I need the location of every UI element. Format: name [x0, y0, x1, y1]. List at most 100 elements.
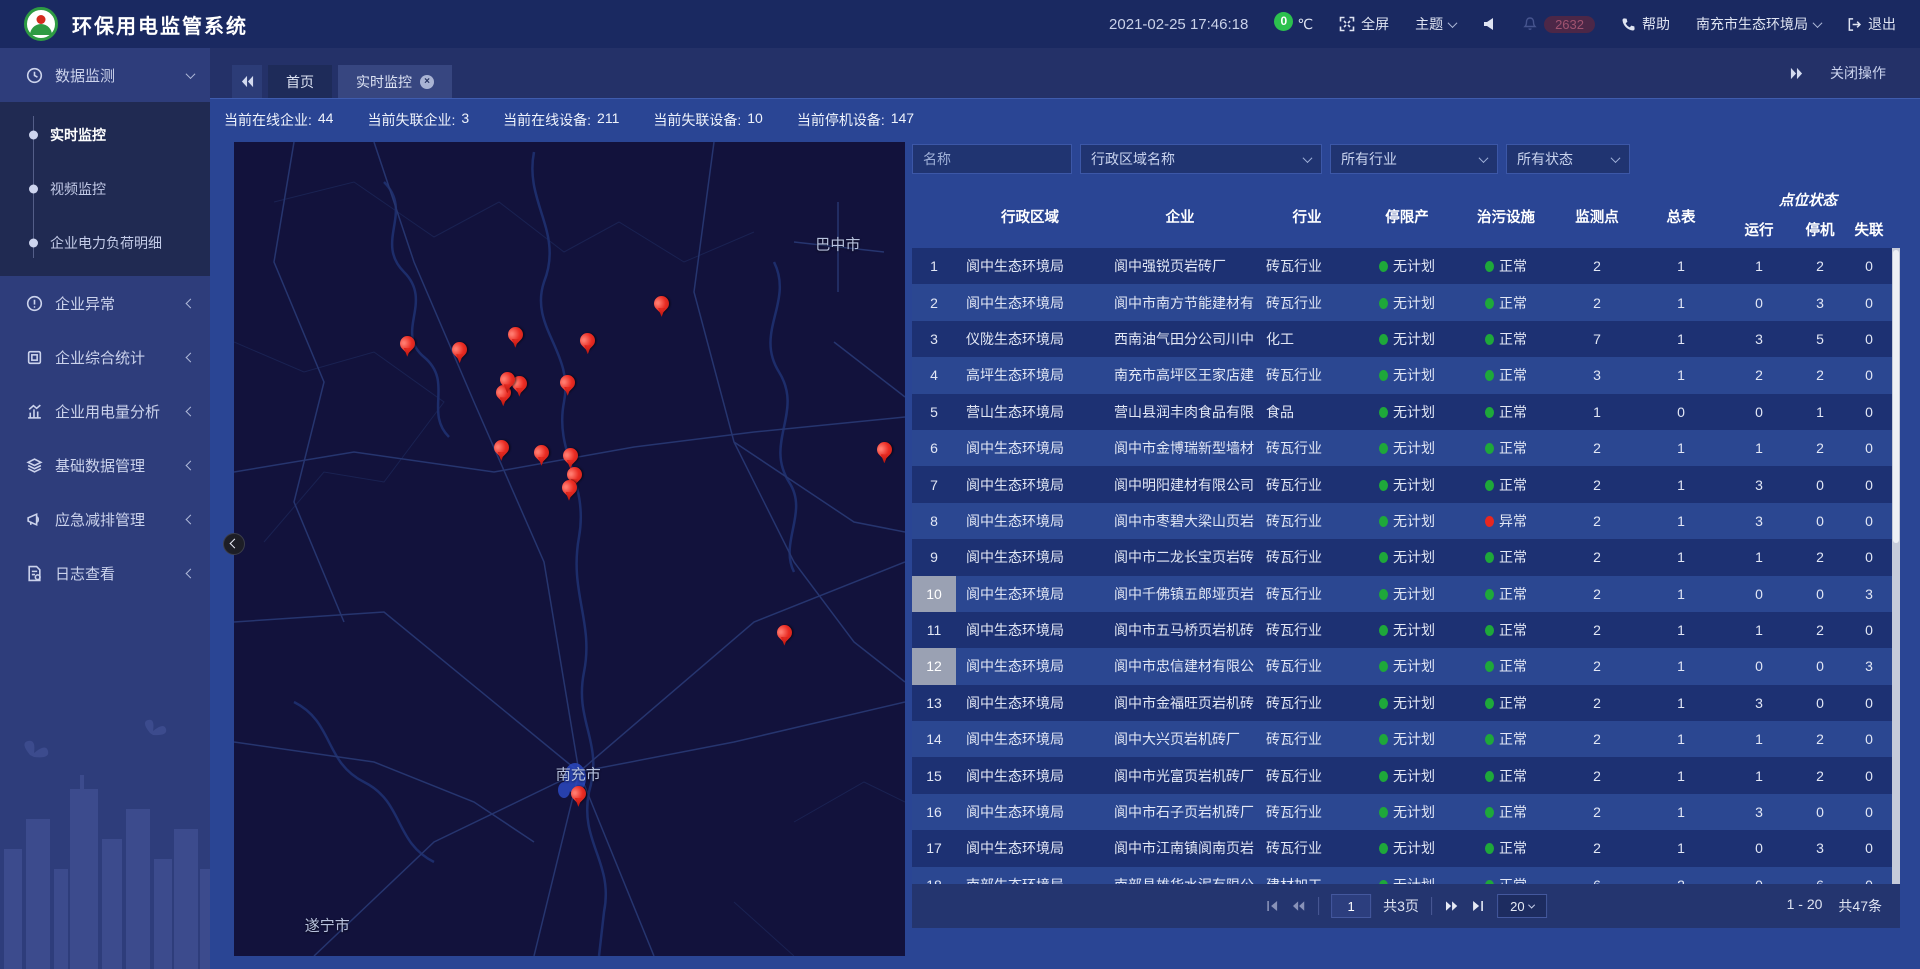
map-pin-icon[interactable]	[777, 625, 793, 647]
cell-company[interactable]: 阆中强锐页岩砖厂	[1104, 248, 1256, 284]
table-scrollbar[interactable]	[1892, 248, 1900, 884]
col-lost[interactable]: 失联	[1846, 210, 1892, 248]
sidebar-item-power-analysis[interactable]: 企业用电量分析	[0, 384, 210, 438]
table-row[interactable]: 1 阆中生态环境局 阆中强锐页岩砖厂 砖瓦行业 无计划 正常 2 1 1 2 0	[912, 248, 1892, 284]
name-search-input[interactable]	[912, 144, 1072, 174]
cell-company[interactable]: 阆中大兴页岩机砖厂	[1104, 721, 1256, 757]
cell-company[interactable]: 阆中市五马桥页岩机砖	[1104, 612, 1256, 648]
table-row[interactable]: 12 阆中生态环境局 阆中市忠信建材有限公 砖瓦行业 无计划 正常 2 1 0 …	[912, 648, 1892, 684]
cell-company[interactable]: 南部县雄华水泥有限公	[1104, 867, 1256, 884]
org-menu[interactable]: 南充市生态环境局	[1696, 14, 1821, 34]
col-points[interactable]: 监测点	[1556, 184, 1638, 248]
sidebar-item-data-monitor[interactable]: 数据监测	[0, 48, 210, 102]
cell-company[interactable]: 阆中市石子页岩机砖厂	[1104, 794, 1256, 830]
table-row[interactable]: 4 高坪生态环境局 南充市高坪区王家店建 砖瓦行业 无计划 正常 3 1 2 2…	[912, 357, 1892, 393]
table-row[interactable]: 9 阆中生态环境局 阆中市二龙长宝页岩砖 砖瓦行业 无计划 正常 2 1 1 2…	[912, 539, 1892, 575]
col-industry[interactable]: 行业	[1256, 184, 1358, 248]
sidebar-item-company-abnormal[interactable]: 企业异常	[0, 276, 210, 330]
cell-company[interactable]: 阆中市金博瑞新型墙材	[1104, 430, 1256, 466]
map-pin-icon[interactable]	[654, 296, 670, 318]
close-operations-button[interactable]: 关闭操作	[1830, 63, 1886, 83]
sidebar-item-base-data[interactable]: 基础数据管理	[0, 438, 210, 492]
sidebar-item-realtime-monitor[interactable]: 实时监控	[0, 108, 210, 162]
map-collapse-toggle[interactable]	[223, 533, 245, 555]
col-limit[interactable]: 停限产	[1358, 184, 1456, 248]
industry-select[interactable]: 所有行业	[1330, 144, 1498, 174]
cell-company[interactable]: 阆中明阳建材有限公司	[1104, 466, 1256, 502]
map-pin-icon[interactable]	[560, 375, 576, 397]
page-size-select[interactable]: 20	[1497, 894, 1547, 918]
first-page-button[interactable]	[1265, 900, 1279, 912]
fullscreen-button[interactable]: 全屏	[1339, 14, 1389, 34]
cell-company[interactable]: 阆中市枣碧大梁山页岩	[1104, 503, 1256, 539]
sidebar-item-emergency-reduction[interactable]: 应急减排管理	[0, 492, 210, 546]
cell-industry: 砖瓦行业	[1256, 466, 1358, 502]
cell-stop: 2	[1794, 430, 1846, 466]
theme-menu[interactable]: 主题	[1415, 14, 1456, 34]
col-run[interactable]: 运行	[1724, 210, 1794, 248]
map-pin-icon[interactable]	[500, 372, 516, 394]
table-row[interactable]: 15 阆中生态环境局 阆中市光富页岩机砖厂 砖瓦行业 无计划 正常 2 1 1 …	[912, 757, 1892, 793]
col-region[interactable]: 行政区域	[956, 184, 1104, 248]
table-row[interactable]: 6 阆中生态环境局 阆中市金博瑞新型墙材 砖瓦行业 无计划 正常 2 1 1 2…	[912, 430, 1892, 466]
map-pin-icon[interactable]	[562, 480, 578, 502]
tabs-scroll-left-button[interactable]	[232, 65, 262, 98]
map-pin-icon[interactable]	[494, 440, 510, 462]
sidebar-item-power-load-detail[interactable]: 企业电力负荷明细	[0, 216, 210, 270]
cell-company[interactable]: 西南油气田分公司川中	[1104, 321, 1256, 357]
cell-company[interactable]: 营山县润丰肉食品有限	[1104, 394, 1256, 430]
next-page-button[interactable]	[1444, 900, 1459, 912]
table-row[interactable]: 10 阆中生态环境局 阆中千佛镇五郎垭页岩 砖瓦行业 无计划 正常 2 1 0 …	[912, 576, 1892, 612]
map-pin-icon[interactable]	[534, 445, 550, 467]
last-page-button[interactable]	[1471, 900, 1485, 912]
map-pin-icon[interactable]	[452, 342, 468, 364]
col-company[interactable]: 企业	[1104, 184, 1256, 248]
table-row[interactable]: 5 营山生态环境局 营山县润丰肉食品有限 食品 无计划 正常 1 0 0 1 0	[912, 394, 1892, 430]
sidebar-item-company-statistics[interactable]: 企业综合统计	[0, 330, 210, 384]
sound-toggle[interactable]	[1482, 17, 1496, 31]
cell-company[interactable]: 阆中市光富页岩机砖厂	[1104, 757, 1256, 793]
cell-company[interactable]: 阆中市忠信建材有限公	[1104, 648, 1256, 684]
col-stop[interactable]: 停机	[1794, 210, 1846, 248]
table-row[interactable]: 16 阆中生态环境局 阆中市石子页岩机砖厂 砖瓦行业 无计划 正常 2 1 3 …	[912, 794, 1892, 830]
cell-company[interactable]: 南充市高坪区王家店建	[1104, 357, 1256, 393]
map-pin-icon[interactable]	[400, 336, 416, 358]
table-row[interactable]: 8 阆中生态环境局 阆中市枣碧大梁山页岩 砖瓦行业 无计划 异常 2 1 3 0…	[912, 503, 1892, 539]
table-row[interactable]: 7 阆中生态环境局 阆中明阳建材有限公司 砖瓦行业 无计划 正常 2 1 3 0…	[912, 466, 1892, 502]
table-row[interactable]: 18 南部生态环境局 南部县雄华水泥有限公 建材加工 无计划 正常 6 2 0 …	[912, 867, 1892, 884]
notifications[interactable]: 2632	[1522, 16, 1595, 33]
map-panel[interactable]: 巴中市南充市遂宁市	[234, 142, 905, 956]
col-meters[interactable]: 总表	[1638, 184, 1724, 248]
sidebar-item-log-view[interactable]: 日志查看	[0, 546, 210, 600]
cell-company[interactable]: 阆中市南方节能建材有	[1104, 284, 1256, 320]
prev-page-button[interactable]	[1291, 900, 1306, 912]
table-row[interactable]: 11 阆中生态环境局 阆中市五马桥页岩机砖 砖瓦行业 无计划 正常 2 1 1 …	[912, 612, 1892, 648]
scrollbar-thumb[interactable]	[1893, 250, 1899, 543]
tab-close-icon[interactable]	[420, 75, 434, 89]
col-facility[interactable]: 治污设施	[1456, 184, 1556, 248]
sidebar-item-video-monitor[interactable]: 视频监控	[0, 162, 210, 216]
map-pin-icon[interactable]	[580, 333, 596, 355]
region-select[interactable]: 行政区域名称	[1080, 144, 1322, 174]
help-button[interactable]: 帮助	[1621, 14, 1670, 34]
logout-button[interactable]: 退出	[1847, 14, 1896, 34]
cell-company[interactable]: 阆中市二龙长宝页岩砖	[1104, 539, 1256, 575]
map-pin-icon[interactable]	[508, 327, 524, 349]
table-row[interactable]: 3 仪陇生态环境局 西南油气田分公司川中 化工 无计划 正常 7 1 3 5 0	[912, 321, 1892, 357]
map-pin-icon[interactable]	[877, 442, 893, 464]
page-number-input[interactable]	[1331, 894, 1371, 918]
table-row[interactable]: 17 阆中生态环境局 阆中市江南镇阆南页岩 砖瓦行业 无计划 正常 2 1 0 …	[912, 830, 1892, 866]
tab-realtime-monitor[interactable]: 实时监控	[338, 65, 452, 98]
double-chevron-right-icon[interactable]	[1789, 67, 1804, 80]
stat-item: 当前停机设备: 147	[797, 110, 914, 130]
cell-company[interactable]: 阆中千佛镇五郎垭页岩	[1104, 576, 1256, 612]
cell-company[interactable]: 阆中市江南镇阆南页岩	[1104, 830, 1256, 866]
table-row[interactable]: 2 阆中生态环境局 阆中市南方节能建材有 砖瓦行业 无计划 正常 2 1 0 3…	[912, 284, 1892, 320]
status-select[interactable]: 所有状态	[1506, 144, 1630, 174]
table-row[interactable]: 13 阆中生态环境局 阆中市金福旺页岩机砖 砖瓦行业 无计划 正常 2 1 3 …	[912, 685, 1892, 721]
enterprise-panel: 行政区域名称 所有行业 所有状态	[912, 144, 1900, 928]
table-row[interactable]: 14 阆中生态环境局 阆中大兴页岩机砖厂 砖瓦行业 无计划 正常 2 1 1 2…	[912, 721, 1892, 757]
map-pin-icon[interactable]	[571, 786, 587, 808]
cell-company[interactable]: 阆中市金福旺页岩机砖	[1104, 685, 1256, 721]
tab-home[interactable]: 首页	[268, 65, 332, 98]
